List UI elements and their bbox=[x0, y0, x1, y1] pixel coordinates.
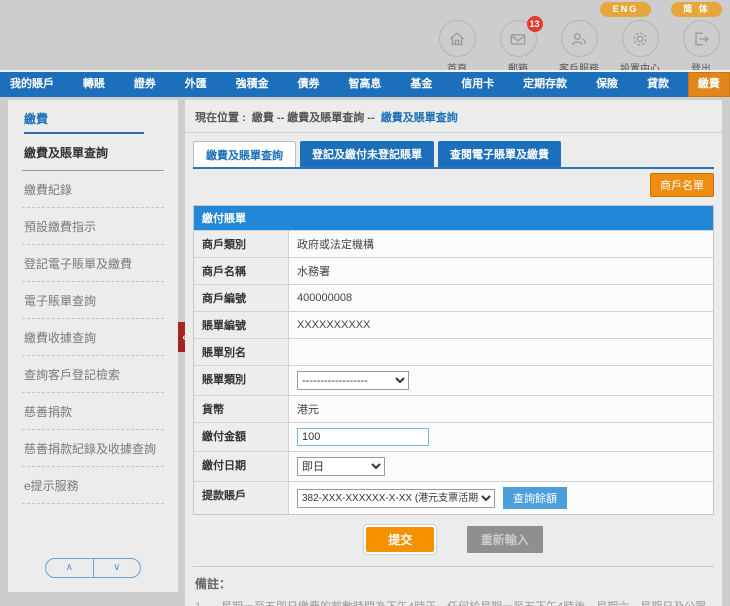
merchant-category-value: 政府或法定機構 bbox=[289, 231, 713, 257]
merchant-number-label: 商戶編號 bbox=[194, 285, 289, 311]
note-text: 星期一至五即日繳費的截數時間為下午4時正。任何於星期一至五下午4時後、星期六、星… bbox=[221, 598, 712, 606]
notes-section: 備註： 1. 星期一至五即日繳費的截數時間為下午4時正。任何於星期一至五下午4時… bbox=[195, 575, 712, 606]
form-row: 貨幣 港元 bbox=[194, 395, 713, 422]
mail-icon: 13 bbox=[500, 20, 537, 57]
nav-item-mpf[interactable]: 強積金 bbox=[226, 72, 279, 97]
currency-label: 貨幣 bbox=[194, 396, 289, 422]
note-item: 1. 星期一至五即日繳費的截數時間為下午4時正。任何於星期一至五下午4時後、星期… bbox=[195, 598, 712, 606]
main-content: 現在位置 : 繳費 -- 繳費及賬單查詢 -- 繳費及賬單查詢 繳費及賬單查詢 … bbox=[185, 100, 722, 606]
sidebar-item-donation-records[interactable]: 慈善捐款紀錄及收據查詢 bbox=[22, 430, 164, 467]
settings-button[interactable]: 設置中心 bbox=[617, 20, 663, 75]
merchant-list-row: 商戶名單 bbox=[193, 173, 714, 197]
breadcrumb-current: 繳費及賬單查詢 bbox=[381, 112, 458, 124]
sidebar-item-ebill-enquiry[interactable]: 電子賬單查詢 bbox=[22, 282, 164, 319]
submit-button[interactable]: 提交 bbox=[364, 525, 436, 554]
quick-icon-bar: 首頁 13 郵箱 客戶服務 設置中心 bbox=[434, 20, 724, 75]
merchant-category-label: 商戶類別 bbox=[194, 231, 289, 257]
check-balance-button[interactable]: 查詢餘額 bbox=[503, 487, 567, 509]
nav-item-securities[interactable]: 證券 bbox=[124, 72, 166, 97]
sidebar-item-customer-registration-search[interactable]: 查詢客戶登記檢索 bbox=[22, 356, 164, 393]
customer-service-icon bbox=[561, 20, 598, 57]
form-row: 賬單編號 XXXXXXXXXX bbox=[194, 311, 713, 338]
language-simplified-button[interactable]: 简 体 bbox=[671, 2, 722, 17]
note-number: 1. bbox=[195, 598, 221, 606]
form-row: 繳付日期 即日 bbox=[194, 451, 713, 481]
merchant-name-label: 商戶名稱 bbox=[194, 258, 289, 284]
sidebar-item-register-ebill[interactable]: 登記電子賬單及繳費 bbox=[22, 245, 164, 282]
nav-item-insurance[interactable]: 保險 bbox=[586, 72, 628, 97]
nav-item-bill-payment[interactable]: 繳費 bbox=[688, 72, 730, 97]
home-button[interactable]: 首頁 bbox=[434, 20, 480, 75]
sidebar-item-charity-donation[interactable]: 慈善捐款 bbox=[22, 393, 164, 430]
breadcrumb-prefix: 現在位置 : bbox=[195, 112, 246, 124]
sidebar-item-e-alert-service[interactable]: e提示服務 bbox=[22, 467, 164, 504]
content-tabs: 繳費及賬單查詢 登記及繳付未登記賬單 查閱電子賬單及繳費 bbox=[193, 141, 714, 169]
tab-bill-payment-enquiry[interactable]: 繳費及賬單查詢 bbox=[193, 141, 296, 167]
form-row: 賬單類別 ------------------ bbox=[194, 365, 713, 395]
debit-account-select[interactable]: 382-XXX-XXXXXX-X-XX (港元支票活期存款賬戶) bbox=[297, 489, 495, 508]
nav-item-funds[interactable]: 基金 bbox=[400, 72, 442, 97]
nav-item-loans[interactable]: 貸款 bbox=[637, 72, 679, 97]
sidebar-item-bill-payment-enquiry[interactable]: 繳費及賬單查詢 bbox=[22, 134, 164, 171]
bill-alias-value bbox=[289, 339, 713, 365]
sidebar-pager: ∧ ∨ bbox=[45, 558, 141, 578]
form-actions: 提交 重新輸入 bbox=[185, 525, 722, 554]
payment-amount-label: 繳付金額 bbox=[194, 423, 289, 451]
nav-item-smart-interest[interactable]: 智高息 bbox=[338, 72, 391, 97]
form-row: 商戶類別 政府或法定機構 bbox=[194, 230, 713, 257]
sidebar-item-payment-receipt-enquiry[interactable]: 繳費收據查詢 bbox=[22, 319, 164, 356]
sidebar-scroll-down-button[interactable]: ∨ bbox=[94, 559, 141, 577]
nav-item-transfer[interactable]: 轉賬 bbox=[73, 72, 115, 97]
reset-button[interactable]: 重新輸入 bbox=[467, 526, 543, 553]
mailbox-button[interactable]: 13 郵箱 bbox=[495, 20, 541, 75]
payment-date-label: 繳付日期 bbox=[194, 452, 289, 481]
nav-item-time-deposit[interactable]: 定期存款 bbox=[513, 72, 577, 97]
notes-divider bbox=[193, 566, 714, 567]
mail-badge: 13 bbox=[527, 16, 543, 32]
nav-item-credit-card[interactable]: 信用卡 bbox=[451, 72, 504, 97]
nav-item-my-accounts[interactable]: 我的賬戶 bbox=[0, 72, 64, 97]
merchant-name-value: 水務署 bbox=[289, 258, 713, 284]
form-row: 繳付金額 bbox=[194, 422, 713, 451]
logout-button[interactable]: 登出 bbox=[678, 20, 724, 75]
bill-alias-label: 賬單別名 bbox=[194, 339, 289, 365]
pay-bill-form: 繳付賬單 商戶類別 政府或法定機構 商戶名稱 水務署 商戶編號 40000000… bbox=[193, 205, 714, 515]
logout-icon bbox=[683, 20, 720, 57]
top-header: ENG 简 体 首頁 13 郵箱 客戶服務 bbox=[0, 0, 730, 70]
home-icon bbox=[439, 20, 476, 57]
debit-account-label: 提款賬戶 bbox=[194, 482, 289, 514]
nav-item-bonds[interactable]: 債券 bbox=[288, 72, 330, 97]
tab-register-pay-unregistered-bill[interactable]: 登記及繳付未登記賬單 bbox=[300, 141, 434, 167]
sidebar: 繳費 繳費及賬單查詢 繳費紀錄 預設繳費指示 登記電子賬單及繳費 電子賬單查詢 … bbox=[8, 100, 178, 592]
payment-date-select[interactable]: 即日 bbox=[297, 457, 385, 476]
currency-value: 港元 bbox=[289, 396, 713, 422]
bill-number-value: XXXXXXXXXX bbox=[289, 312, 713, 338]
settings-icon bbox=[622, 20, 659, 57]
notes-title: 備註： bbox=[195, 575, 712, 592]
form-row: 賬單別名 bbox=[194, 338, 713, 365]
form-row: 商戶名稱 水務署 bbox=[194, 257, 713, 284]
form-title: 繳付賬單 bbox=[194, 206, 713, 230]
payment-amount-input[interactable] bbox=[297, 428, 429, 446]
breadcrumb: 現在位置 : 繳費 -- 繳費及賬單查詢 -- 繳費及賬單查詢 bbox=[185, 100, 722, 133]
main-nav: 我的賬戶 轉賬 證券 外匯 強積金 債券 智高息 基金 信用卡 定期存款 保險 … bbox=[0, 70, 730, 97]
nav-item-fx[interactable]: 外匯 bbox=[175, 72, 217, 97]
bill-type-select[interactable]: ------------------ bbox=[297, 371, 409, 390]
sidebar-scroll-up-button[interactable]: ∧ bbox=[46, 559, 94, 577]
merchant-list-button[interactable]: 商戶名單 bbox=[650, 173, 714, 197]
merchant-number-value: 400000008 bbox=[289, 285, 713, 311]
customer-service-button[interactable]: 客戶服務 bbox=[556, 20, 602, 75]
sidebar-item-preset-payment-instruction[interactable]: 預設繳費指示 bbox=[22, 208, 164, 245]
bill-number-label: 賬單編號 bbox=[194, 312, 289, 338]
sidebar-title: 繳費 bbox=[24, 110, 144, 134]
language-english-button[interactable]: ENG bbox=[600, 2, 651, 17]
page: ENG 简 体 首頁 13 郵箱 客戶服務 bbox=[0, 0, 730, 606]
form-row: 提款賬戶 382-XXX-XXXXXX-X-XX (港元支票活期存款賬戶) 查詢… bbox=[194, 481, 713, 514]
form-row: 商戶編號 400000008 bbox=[194, 284, 713, 311]
sidebar-item-payment-records[interactable]: 繳費紀錄 bbox=[22, 171, 164, 208]
bill-type-label: 賬單類別 bbox=[194, 366, 289, 395]
tab-view-ebill-and-payment[interactable]: 查閱電子賬單及繳費 bbox=[438, 141, 561, 167]
breadcrumb-path: 繳費 -- 繳費及賬單查詢 -- bbox=[252, 112, 375, 124]
